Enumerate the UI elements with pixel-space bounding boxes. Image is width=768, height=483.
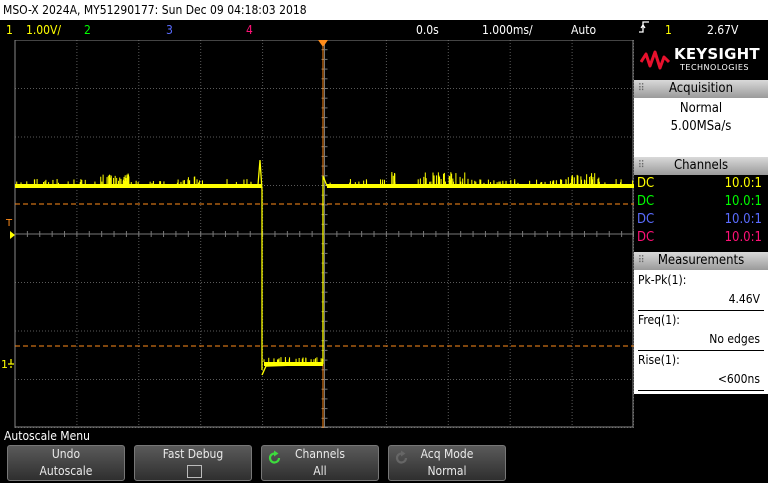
menu-title: Autoscale Menu xyxy=(4,429,90,443)
softkey-menu: Autoscale Menu Undo Autoscale Fast Debug… xyxy=(0,428,768,483)
channels-all-button[interactable]: Channels All xyxy=(261,445,379,481)
waveform-display[interactable]: T 1 xyxy=(0,40,634,428)
fast-debug-button[interactable]: Fast Debug xyxy=(134,445,252,481)
logo-subtext: TECHNOLOGIES xyxy=(680,63,749,72)
measurement-label: Freq(1): xyxy=(638,313,680,327)
fast-debug-checkbox[interactable] xyxy=(187,465,202,478)
channel-2-number[interactable]: 2 xyxy=(84,20,91,40)
grip-icon: ⠿ xyxy=(638,255,645,266)
measurement-label: Rise(1): xyxy=(638,353,680,367)
measurements-body: Pk-Pk(1): 4.46V Freq(1): No edges Rise(1… xyxy=(634,270,768,394)
trigger-edge-icon xyxy=(638,20,650,40)
trigger-level[interactable]: 2.67V xyxy=(707,20,738,40)
acquisition-body: Normal 5.00MSa/s xyxy=(634,98,768,160)
acquisition-mode: Normal xyxy=(679,101,723,116)
undo-autoscale-button[interactable]: Undo Autoscale xyxy=(7,445,125,481)
status-bar: 1 1.00V/ 2 3 4 0.0s 1.000ms/ Auto 1 2.67… xyxy=(0,20,768,40)
channels-header[interactable]: ⠿ Channels xyxy=(634,157,768,175)
grip-icon: ⠿ xyxy=(638,83,645,94)
keysight-wave-icon xyxy=(640,50,670,70)
probe-ratio: 10.0:1 xyxy=(724,176,762,191)
coupling: DC xyxy=(637,230,655,245)
measurement-value: 4.46V xyxy=(728,292,760,306)
ground-marker[interactable]: 1 xyxy=(1,358,8,371)
channel-1-number[interactable]: 1 xyxy=(6,20,13,40)
trigger-mode[interactable]: Auto xyxy=(571,20,596,40)
coupling: DC xyxy=(637,194,655,209)
time-scale[interactable]: 1.000ms/ xyxy=(482,20,533,40)
coupling: DC xyxy=(637,176,655,191)
probe-ratio: 10.0:1 xyxy=(724,230,762,245)
probe-ratio: 10.0:1 xyxy=(724,194,762,209)
grip-icon: ⠿ xyxy=(638,160,645,171)
measurement-divider xyxy=(638,390,764,391)
trigger-time-marker[interactable] xyxy=(318,40,328,47)
acq-mode-button[interactable]: Acq Mode Normal xyxy=(388,445,506,481)
measurement-value: <600ns xyxy=(717,372,760,386)
measurement-value: No edges xyxy=(709,332,760,346)
measurement-label: Pk-Pk(1): xyxy=(638,273,687,287)
channel-3-number[interactable]: 3 xyxy=(166,20,173,40)
probe-ratio: 10.0:1 xyxy=(724,212,762,227)
measurements-header[interactable]: ⠿ Measurements xyxy=(634,252,768,270)
title-bar: MSO-X 2024A, MY51290177: Sun Dec 09 04:1… xyxy=(0,0,768,20)
ground-icon xyxy=(8,359,14,368)
channel-row-1[interactable]: DC 10.0:1 xyxy=(634,175,768,193)
channel-row-3[interactable]: DC 10.0:1 xyxy=(634,211,768,229)
time-position[interactable]: 0.0s xyxy=(416,20,439,40)
channel-4-number[interactable]: 4 xyxy=(246,20,253,40)
measurement-divider xyxy=(638,310,764,311)
acquisition-header[interactable]: ⠿ Acquisition xyxy=(634,80,768,98)
keysight-logo: KEYSIGHT TECHNOLOGIES xyxy=(634,40,768,80)
trigger-level-marker[interactable]: T xyxy=(5,218,13,229)
logo-text: KEYSIGHT xyxy=(674,45,760,63)
trace-segment xyxy=(257,159,263,370)
trigger-level-arrow xyxy=(10,231,15,239)
channel-1-scale[interactable]: 1.00V/ xyxy=(26,20,61,40)
channel-row-4[interactable]: DC 10.0:1 xyxy=(634,229,768,247)
waveform-graticule[interactable]: T 1 xyxy=(0,40,634,428)
channel-row-2[interactable]: DC 10.0:1 xyxy=(634,193,768,211)
sample-rate: 5.00MSa/s xyxy=(670,119,732,134)
coupling: DC xyxy=(637,212,655,227)
measurement-divider xyxy=(638,350,764,351)
trigger-source[interactable]: 1 xyxy=(665,20,672,40)
info-panel: KEYSIGHT TECHNOLOGIES ⠿ Acquisition Norm… xyxy=(634,40,768,428)
